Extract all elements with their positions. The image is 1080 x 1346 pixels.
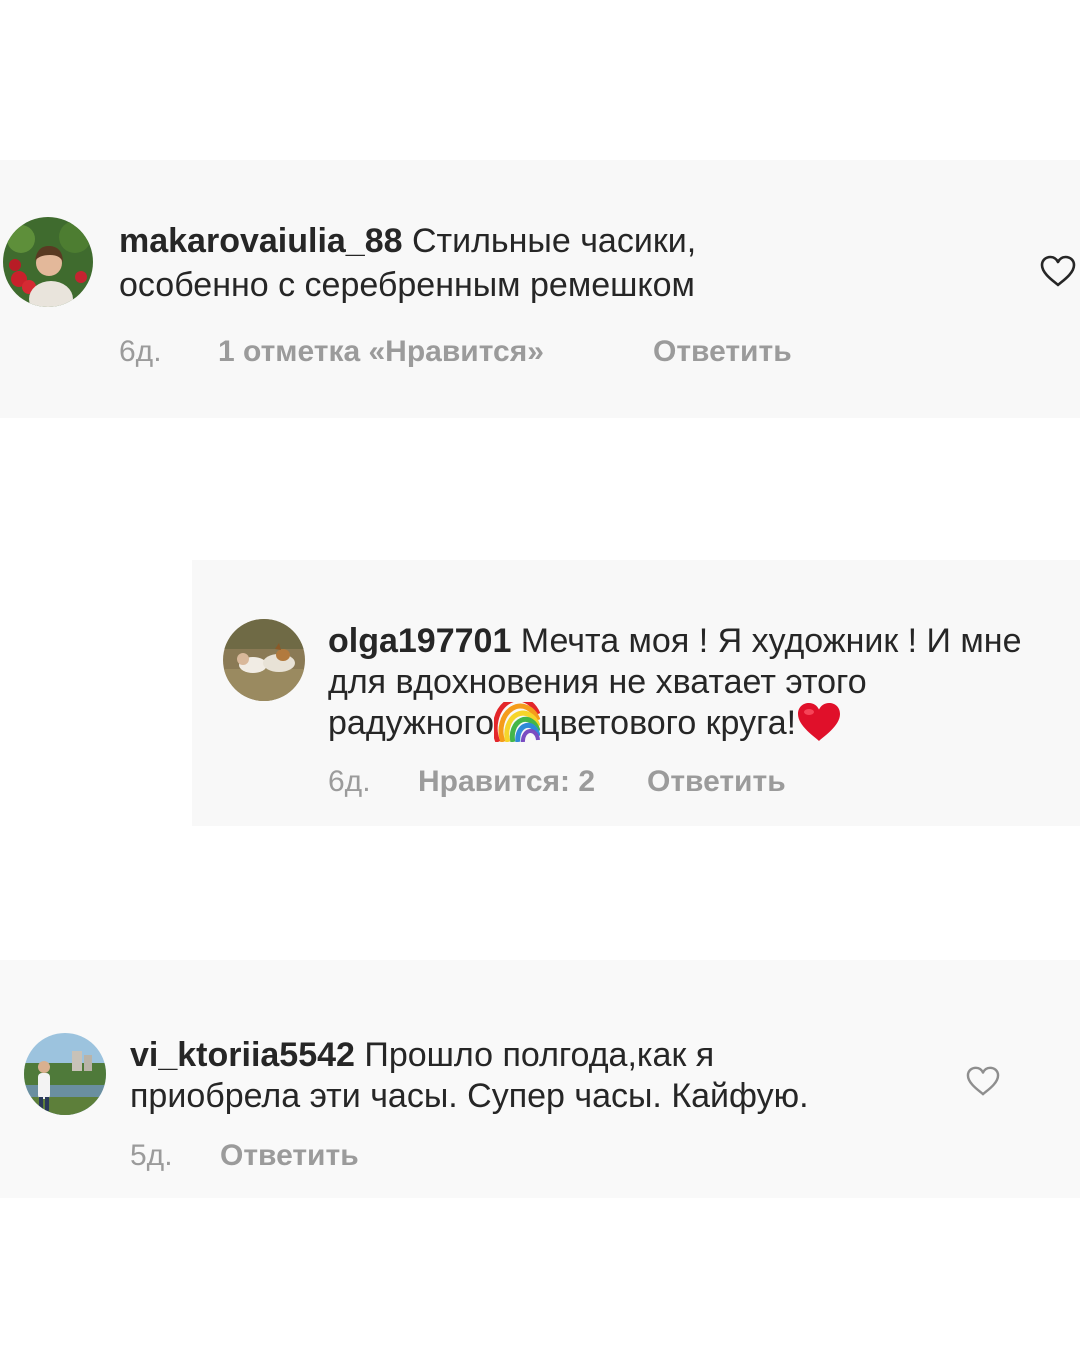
comment-text: цветового круга!: [540, 704, 797, 742]
avatar[interactable]: [24, 1033, 106, 1115]
reply-button[interactable]: Ответить: [653, 334, 792, 370]
avatar-photo: [3, 217, 93, 307]
avatar[interactable]: [223, 619, 305, 701]
comment-text: Прошло полгода,как я: [354, 1036, 715, 1074]
comment-text: Мечта моя ! Я художник ! И мне: [511, 622, 1022, 660]
comment-body: olga197701 Мечта моя ! Я художник ! И мн…: [328, 619, 1022, 745]
comment-text: для вдохновения не хватает этого: [328, 663, 867, 701]
comment-body: vi_ktoriia5542 Прошло полгода,как я прио…: [130, 1033, 809, 1118]
comment-text: радужного: [328, 704, 495, 742]
comment-body: makarovaiulia_88 Стильные часики, особен…: [119, 219, 696, 307]
avatar-photo: [223, 619, 305, 701]
comment-text: приобрела эти часы. Супер часы. Кайфую.: [130, 1077, 809, 1115]
username-link[interactable]: makarovaiulia_88: [119, 222, 403, 260]
timestamp: 5д.: [130, 1139, 173, 1172]
avatar-photo: [24, 1033, 106, 1115]
likes-count-link[interactable]: Нравится: 2: [418, 764, 595, 800]
likes-count-link[interactable]: 1 отметка «Нравится»: [218, 334, 544, 370]
comment-meta: 5д. Ответить: [130, 1138, 530, 1174]
username-link[interactable]: vi_ktoriia5542: [130, 1036, 355, 1074]
comment-meta: 6д. 1 отметка «Нравится» Ответить: [119, 334, 879, 370]
comment-meta: 6д. Нравится: 2 Ответить: [328, 764, 1028, 800]
comment-text: особенно с серебренным ремешком: [119, 266, 695, 304]
reply-button[interactable]: Ответить: [647, 764, 786, 800]
timestamp: 6д.: [119, 335, 162, 368]
rainbow-emoji: [494, 702, 541, 742]
heart-outline-icon[interactable]: [1039, 254, 1077, 288]
heart-outline-icon[interactable]: [965, 1065, 1001, 1097]
red-heart-emoji: [796, 702, 842, 742]
timestamp: 6д.: [328, 765, 371, 798]
comment-text: Стильные часики,: [402, 222, 697, 260]
reply-button[interactable]: Ответить: [220, 1138, 359, 1174]
username-link[interactable]: olga197701: [328, 622, 511, 660]
avatar[interactable]: [3, 217, 93, 307]
